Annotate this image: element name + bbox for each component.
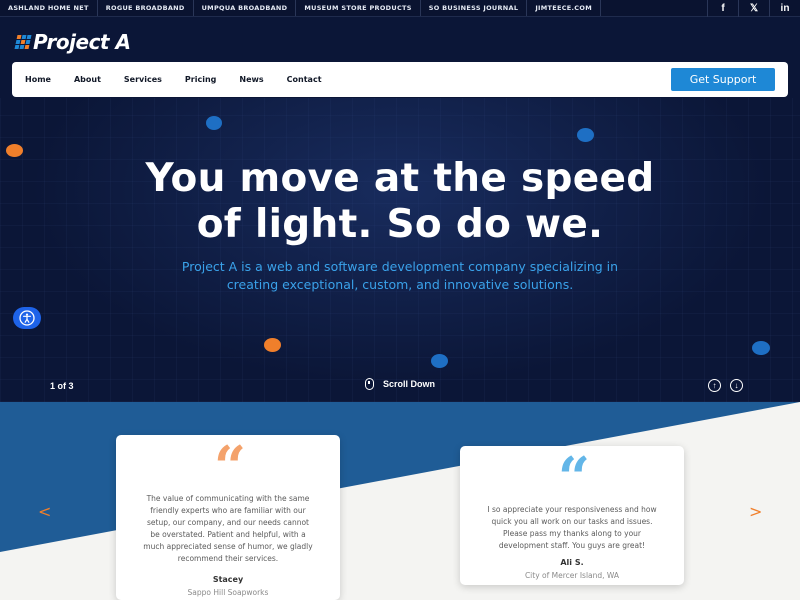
decorative-dot: [206, 116, 222, 130]
arrow-down-icon[interactable]: ↓: [730, 379, 743, 392]
nav-item-news[interactable]: News: [239, 75, 263, 84]
topbar-link-so-business-journal[interactable]: SO BUSINESS JOURNAL: [421, 0, 528, 16]
hero-section: You move at the speed of light. So do we…: [0, 98, 800, 402]
get-support-button[interactable]: Get Support: [671, 68, 775, 91]
testimonial-quote: I so appreciate your responsiveness and …: [487, 505, 657, 550]
testimonial-card: “ The value of communicating with the sa…: [116, 435, 340, 600]
testimonial-author: Stacey: [212, 575, 244, 584]
hero-subtitle-line-2: creating exceptional, custom, and innova…: [226, 277, 574, 292]
topbar-link-jimteece[interactable]: JIMTEECE.COM: [527, 0, 601, 16]
testimonial-author: Ali S.: [560, 558, 584, 567]
nav-item-home[interactable]: Home: [25, 75, 51, 84]
quote-icon: “: [557, 445, 590, 511]
hero-title-line-1: You move at the speed: [145, 156, 655, 201]
decorative-dot: [752, 341, 770, 355]
testimonials-section: < > “ The value of communicating with th…: [0, 402, 800, 600]
testimonial-next-button[interactable]: >: [749, 502, 762, 521]
hero-title: You move at the speed of light. So do we…: [0, 156, 800, 248]
logo-mark-icon: [14, 35, 32, 49]
mouse-icon: [365, 378, 374, 390]
facebook-icon[interactable]: f: [707, 0, 738, 17]
top-bar: ASHLAND HOME NET ROGUE BROADBAND UMPQUA …: [0, 0, 800, 17]
nav-item-pricing[interactable]: Pricing: [185, 75, 216, 84]
quote-icon: “: [213, 434, 246, 500]
hero-title-line-2: of light. So do we.: [196, 202, 604, 247]
testimonial-prev-button[interactable]: <: [38, 502, 51, 521]
testimonial-card: “ I so appreciate your responsiveness an…: [460, 446, 684, 585]
accessibility-button[interactable]: [13, 307, 41, 329]
scroll-down-label: Scroll Down: [383, 379, 436, 389]
decorative-dot: [431, 354, 448, 368]
linkedin-icon[interactable]: in: [769, 0, 800, 17]
topbar-link-rogue-broadband[interactable]: ROGUE BROADBAND: [98, 0, 194, 16]
hero-subtitle: Project A is a web and software developm…: [0, 258, 800, 294]
decorative-dot: [264, 338, 281, 352]
topbar-link-umpqua-broadband[interactable]: UMPQUA BROADBAND: [194, 0, 297, 16]
accessibility-icon: [19, 310, 35, 326]
arrow-up-icon[interactable]: ↑: [708, 379, 721, 392]
nav-item-services[interactable]: Services: [124, 75, 162, 84]
main-nav: Home About Services Pricing News Contact…: [12, 62, 788, 97]
site-logo[interactable]: Project A: [14, 30, 131, 54]
testimonial-company: City of Mercer Island, WA: [524, 571, 620, 580]
logo-text: Project A: [33, 30, 131, 54]
nav-item-about[interactable]: About: [74, 75, 101, 84]
topbar-link-museum-store-products[interactable]: MUSEUM STORE PRODUCTS: [296, 0, 421, 16]
testimonial-quote: The value of communicating with the same…: [143, 494, 313, 563]
hero-subtitle-line-1: Project A is a web and software developm…: [181, 259, 619, 274]
testimonial-company: Sappo Hill Soapworks: [187, 588, 269, 597]
scroll-down-button[interactable]: Scroll Down: [365, 378, 435, 390]
x-twitter-icon[interactable]: 𝕏: [738, 0, 769, 17]
decorative-dot: [577, 128, 594, 142]
topbar-link-ashland-home-net[interactable]: ASHLAND HOME NET: [0, 0, 98, 16]
slide-counter: 1 of 3: [50, 381, 74, 391]
nav-item-contact[interactable]: Contact: [287, 75, 322, 84]
